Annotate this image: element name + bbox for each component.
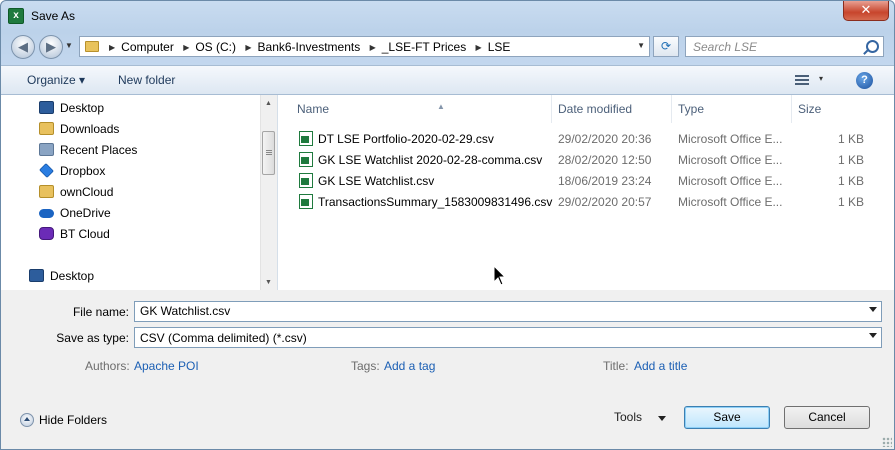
save-as-dialog: x Save As ✕ ◀ ▶ ▼ ▶ Computer ▶ OS (C:) ▶ Ba…	[0, 0, 895, 450]
command-toolbar: Organize ▾ New folder ▾ ?	[1, 65, 894, 95]
bt-cloud-icon	[39, 227, 54, 240]
refresh-button[interactable]: ⟳	[653, 36, 679, 57]
navigation-scrollbar[interactable]: ▲ ▼	[260, 95, 277, 290]
tools-dropdown-icon[interactable]	[658, 416, 666, 421]
file-name-label: File name:	[72, 305, 129, 319]
title-value[interactable]: Add a title	[634, 359, 687, 373]
desktop-icon	[39, 101, 54, 114]
recent-locations-dropdown-icon[interactable]: ▼	[65, 41, 73, 50]
file-name-field[interactable]	[140, 304, 860, 318]
excel-csv-file-icon	[299, 194, 313, 209]
column-header-type[interactable]: Type	[678, 95, 792, 123]
organize-button[interactable]: Organize ▾	[27, 73, 85, 87]
breadcrumb-os-drive[interactable]: OS (C:)	[195, 40, 236, 54]
chevron-right-icon[interactable]: ▶	[370, 43, 376, 52]
back-button[interactable]: ◀	[11, 35, 35, 59]
recent-places-icon	[39, 143, 54, 156]
forward-button[interactable]: ▶	[39, 35, 63, 59]
title-label: Title:	[603, 359, 629, 373]
folder-icon	[85, 41, 99, 52]
address-dropdown-icon[interactable]: ▼	[637, 41, 645, 50]
save-button[interactable]: Save	[684, 406, 770, 429]
chevron-right-icon[interactable]: ▶	[245, 43, 251, 52]
save-form: File name: Save as type: CSV (Comma deli…	[1, 290, 894, 449]
column-header-date-modified[interactable]: Date modified	[558, 95, 672, 123]
search-placeholder: Search LSE	[693, 40, 758, 54]
chevron-up-icon	[20, 413, 34, 427]
file-row[interactable]: GK LSE Watchlist.csv 18/06/2019 23:24 Mi…	[278, 170, 878, 191]
breadcrumb-computer[interactable]: Computer	[121, 40, 174, 54]
breadcrumb-lse-ft-prices[interactable]: _LSE-FT Prices	[382, 40, 466, 54]
chevron-right-icon[interactable]: ▶	[109, 43, 115, 52]
chevron-down-icon[interactable]	[869, 333, 877, 338]
resize-grip-icon[interactable]	[882, 437, 892, 447]
scroll-thumb[interactable]	[262, 131, 275, 175]
authors-label: Authors:	[85, 359, 130, 373]
close-button[interactable]: ✕	[843, 1, 889, 21]
desktop-icon	[29, 269, 44, 282]
downloads-icon	[39, 122, 54, 135]
tags-label: Tags:	[351, 359, 380, 373]
sort-ascending-icon: ▲	[437, 102, 445, 111]
chevron-right-icon[interactable]: ▶	[476, 43, 482, 52]
grip-icon	[266, 150, 272, 156]
excel-csv-file-icon	[299, 131, 313, 146]
file-list: Name ▲ Date modified Type Size DT LSE Po…	[278, 95, 894, 290]
column-header-size[interactable]: Size	[798, 95, 878, 123]
excel-csv-file-icon	[299, 173, 313, 188]
save-as-type-select[interactable]: CSV (Comma delimited) (*.csv)	[134, 327, 882, 348]
cancel-button[interactable]: Cancel	[784, 406, 870, 429]
excel-csv-file-icon	[299, 152, 313, 167]
views-icon[interactable]	[795, 75, 809, 86]
scroll-up-icon[interactable]: ▲	[265, 100, 272, 107]
owncloud-icon	[39, 185, 54, 198]
file-row[interactable]: DT LSE Portfolio-2020-02-29.csv 29/02/20…	[278, 128, 878, 149]
authors-value[interactable]: Apache POI	[134, 359, 199, 373]
file-row[interactable]: GK LSE Watchlist 2020-02-28-comma.csv 28…	[278, 149, 878, 170]
chevron-down-icon[interactable]	[869, 307, 877, 312]
tags-value[interactable]: Add a tag	[384, 359, 435, 373]
views-dropdown-icon[interactable]: ▾	[819, 74, 823, 83]
chevron-right-icon[interactable]: ▶	[183, 43, 189, 52]
mouse-pointer-icon	[493, 265, 507, 286]
breadcrumb: ▶ Computer ▶ OS (C:) ▶ Bank6-Investments ▶ _…	[103, 40, 510, 54]
file-row[interactable]: TransactionsSummary_1583009831496.csv 29…	[278, 191, 878, 212]
save-as-type-value: CSV (Comma delimited) (*.csv)	[140, 331, 307, 345]
new-folder-button[interactable]: New folder	[118, 73, 175, 87]
breadcrumb-bank6[interactable]: Bank6-Investments	[258, 40, 361, 54]
tools-button[interactable]: Tools	[614, 410, 642, 424]
scroll-down-icon[interactable]: ▼	[265, 279, 272, 286]
excel-app-icon: x	[8, 8, 24, 24]
file-name-combobox[interactable]	[134, 301, 882, 322]
search-input[interactable]: Search LSE	[685, 36, 884, 57]
column-header-name[interactable]: Name ▲	[297, 95, 552, 123]
navigation-pane: Desktop Downloads Recent Places Dropbox …	[1, 95, 278, 290]
title-bar[interactable]: x Save As ✕	[1, 1, 894, 31]
save-as-type-label: Save as type:	[56, 331, 129, 345]
help-icon[interactable]: ?	[856, 72, 873, 89]
hide-folders-button[interactable]: Hide Folders	[20, 413, 107, 427]
breadcrumb-lse[interactable]: LSE	[488, 40, 511, 54]
dropbox-icon	[39, 163, 54, 178]
search-icon[interactable]	[866, 40, 879, 53]
window-title: Save As	[31, 9, 76, 23]
address-bar[interactable]: ▶ Computer ▶ OS (C:) ▶ Bank6-Investments ▶ _…	[79, 36, 650, 57]
onedrive-icon	[39, 209, 54, 218]
